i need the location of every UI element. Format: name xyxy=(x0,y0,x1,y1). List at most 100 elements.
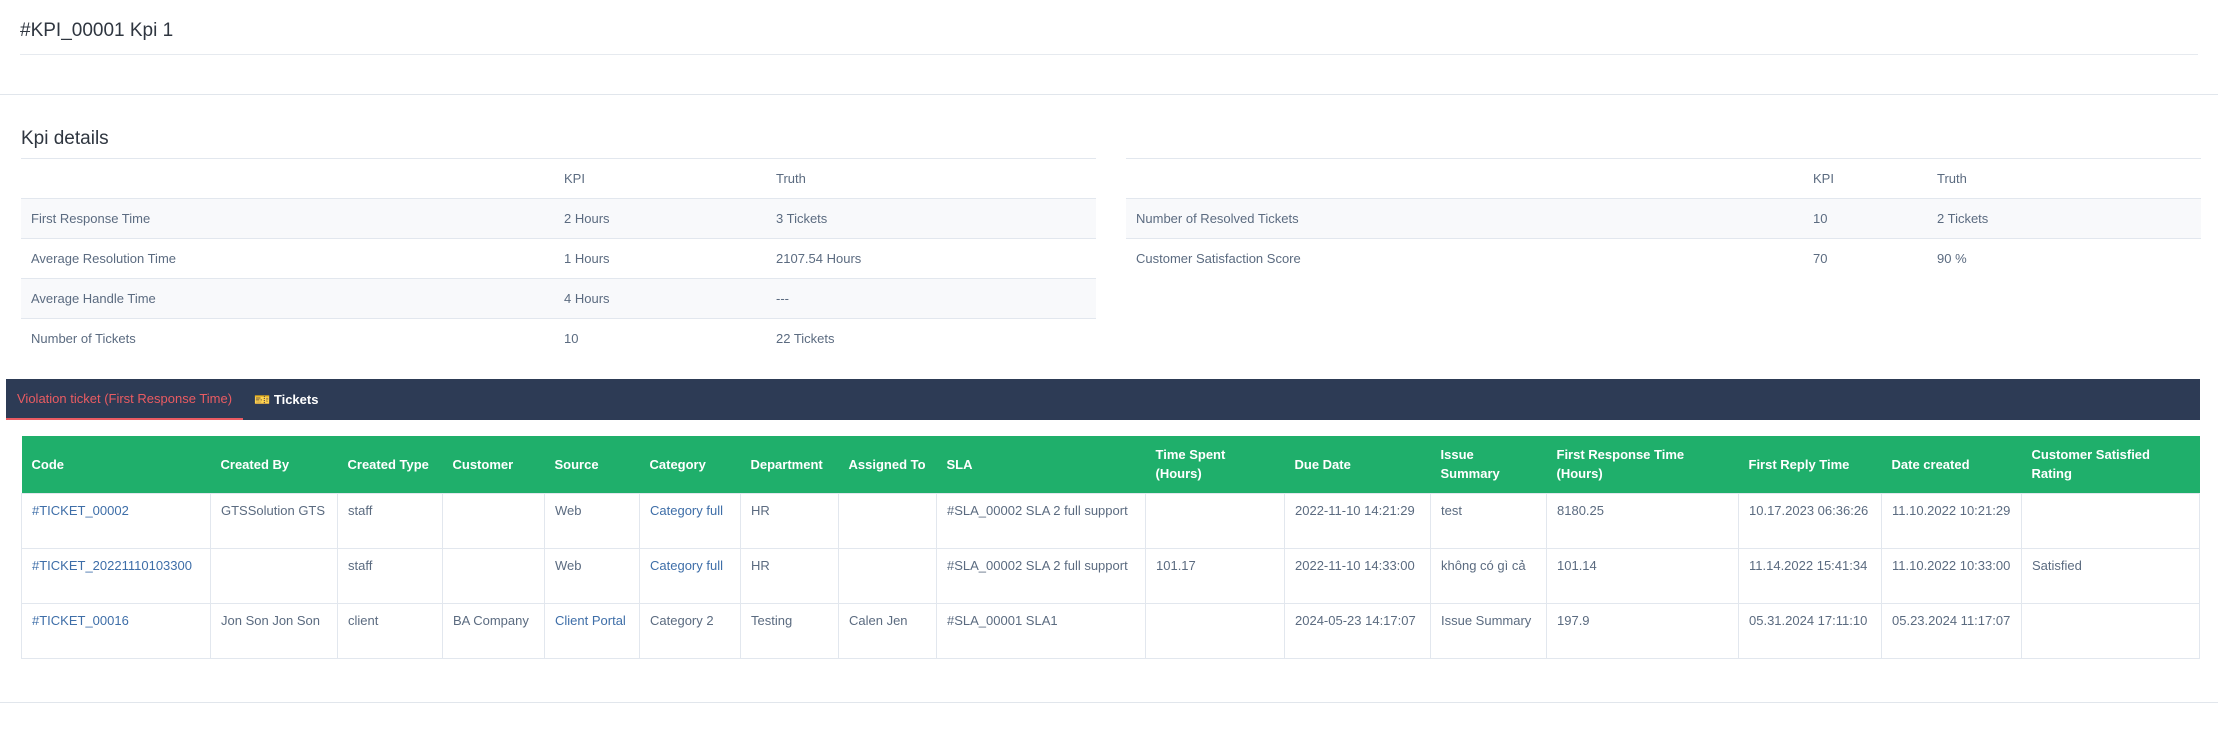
table-cell: 2107.54 Hours xyxy=(766,238,1096,279)
table-header-row: KPI Truth xyxy=(1126,158,2201,199)
ticket-code-link[interactable]: #TICKET_20221110103300 xyxy=(32,558,192,573)
table-cell: Category 2 xyxy=(639,602,741,659)
table-cell: #TICKET_00002 xyxy=(21,492,211,549)
table-cell: Jon Son Jon Son xyxy=(210,602,338,659)
table-cell: 90 % xyxy=(1927,238,2201,279)
column-header[interactable]: Created Type xyxy=(337,436,443,493)
ticket-code-link[interactable]: #TICKET_00002 xyxy=(32,503,129,518)
column-header: KPI xyxy=(554,158,766,199)
table-cell: 11.14.2022 15:41:34 xyxy=(1738,547,1882,604)
table-row: #TICKET_00016 Jon Son Jon Son client BA Com… xyxy=(21,602,2200,659)
table-cell: #SLA_00001 SLA1 xyxy=(936,602,1146,659)
page-title: #KPI_00001 Kpi 1 xyxy=(20,20,174,41)
column-header[interactable]: First Response Time (Hours) xyxy=(1546,436,1739,493)
table-cell: 22 Tickets xyxy=(766,318,1096,359)
table-cell: Number of Resolved Tickets xyxy=(1126,198,1803,239)
tab-violation-ticket[interactable]: Violation ticket (First Response Time) xyxy=(6,379,244,420)
tab-bar: Violation ticket (First Response Time) 🎫… xyxy=(6,379,2200,420)
table-row: #TICKET_20221110103300 staff Web Category f… xyxy=(21,547,2200,604)
table-cell: 2 Tickets xyxy=(1927,198,2201,239)
column-header[interactable]: Customer xyxy=(442,436,545,493)
table-cell: Satisfied xyxy=(2021,547,2200,604)
table-cell: #SLA_00002 SLA 2 full support xyxy=(936,547,1146,604)
column-header[interactable]: Time Spent (Hours) xyxy=(1145,436,1285,493)
column-header[interactable]: Due Date xyxy=(1284,436,1431,493)
table-cell: 11.10.2022 10:21:29 xyxy=(1881,492,2022,549)
table-row: Average Resolution Time 1 Hours 2107.54 Ho… xyxy=(21,238,1096,279)
column-header[interactable]: First Reply Time xyxy=(1738,436,1882,493)
table-cell: 10.17.2023 06:36:26 xyxy=(1738,492,1882,549)
table-cell: Category full xyxy=(639,547,741,604)
column-header[interactable]: Department xyxy=(740,436,839,493)
ticket-code-link[interactable]: #TICKET_00016 xyxy=(32,613,129,628)
column-header[interactable]: Code xyxy=(21,436,211,493)
table-cell: không có gì cả xyxy=(1430,547,1547,604)
table-cell: 4 Hours xyxy=(554,278,766,319)
table-cell: Calen Jen xyxy=(838,602,937,659)
table-cell: HR xyxy=(740,492,839,549)
table-cell: #TICKET_00016 xyxy=(21,602,211,659)
table-cell: 10 xyxy=(554,318,766,359)
table-cell: 05.31.2024 17:11:10 xyxy=(1738,602,1882,659)
table-cell: 101.17 xyxy=(1145,547,1285,604)
column-header[interactable]: Issue Summary xyxy=(1430,436,1547,493)
table-cell: #SLA_00002 SLA 2 full support xyxy=(936,492,1146,549)
table-row: Number of Tickets 10 22 Tickets xyxy=(21,318,1096,359)
table-cell: staff xyxy=(337,492,443,549)
tickets-table: Code Created By Created Type Customer Source… xyxy=(21,436,2200,659)
table-cell: BA Company xyxy=(442,602,545,659)
tab-label: Tickets xyxy=(273,392,319,407)
table-cell: client xyxy=(337,602,443,659)
table-cell: Issue Summary xyxy=(1430,602,1547,659)
table-cell: Category full xyxy=(639,492,741,549)
table-header-row: KPI Truth xyxy=(21,158,1096,199)
column-header: Truth xyxy=(1927,158,2201,199)
column-header[interactable]: Assigned To xyxy=(838,436,937,493)
table-cell xyxy=(2021,492,2200,549)
table-cell: #TICKET_20221110103300 xyxy=(21,547,211,604)
column-header xyxy=(21,158,554,199)
table-cell xyxy=(838,547,937,604)
divider xyxy=(20,54,2198,55)
table-row: Customer Satisfaction Score 70 90 % xyxy=(1126,238,2201,279)
column-header[interactable]: Category xyxy=(639,436,741,493)
table-row: Number of Resolved Tickets 10 2 Tickets xyxy=(1126,198,2201,239)
kpi-details-table-left: KPI Truth First Response Time 2 Hours 3 Tick… xyxy=(21,158,1096,359)
table-cell: First Response Time xyxy=(21,198,554,239)
table-cell: 2 Hours xyxy=(554,198,766,239)
table-cell xyxy=(442,547,545,604)
column-header: Truth xyxy=(766,158,1096,199)
table-cell: test xyxy=(1430,492,1547,549)
table-cell xyxy=(442,492,545,549)
table-cell: 8180.25 xyxy=(1546,492,1739,549)
divider xyxy=(0,94,2218,95)
table-row: First Response Time 2 Hours 3 Tickets xyxy=(21,198,1096,239)
table-cell: 2022-11-10 14:33:00 xyxy=(1284,547,1431,604)
tab-tickets[interactable]: 🎫 Tickets xyxy=(243,379,329,420)
column-header[interactable]: Customer Satisfied Rating xyxy=(2021,436,2200,493)
table-cell xyxy=(1145,602,1285,659)
table-cell: Customer Satisfaction Score xyxy=(1126,238,1803,279)
table-cell: HR xyxy=(740,547,839,604)
column-header[interactable]: SLA xyxy=(936,436,1146,493)
ticket-icon: 🎫 xyxy=(254,392,271,407)
table-cell: Average Resolution Time xyxy=(21,238,554,279)
table-cell: 11.10.2022 10:33:00 xyxy=(1881,547,2022,604)
column-header[interactable]: Created By xyxy=(210,436,338,493)
column-header[interactable]: Source xyxy=(544,436,640,493)
table-cell: 197.9 xyxy=(1546,602,1739,659)
column-header xyxy=(1126,158,1803,199)
table-cell: Testing xyxy=(740,602,839,659)
table-cell: 3 Tickets xyxy=(766,198,1096,239)
table-cell: Client Portal xyxy=(544,602,640,659)
table-cell: 70 xyxy=(1803,238,1927,279)
table-cell: 2024-05-23 14:17:07 xyxy=(1284,602,1431,659)
table-cell xyxy=(210,547,338,604)
section-title: Kpi details xyxy=(21,128,109,149)
column-header: KPI xyxy=(1803,158,1927,199)
table-cell xyxy=(838,492,937,549)
table-cell: staff xyxy=(337,547,443,604)
table-cell: 10 xyxy=(1803,198,1927,239)
column-header[interactable]: Date created xyxy=(1881,436,2022,493)
table-cell: Web xyxy=(544,492,640,549)
